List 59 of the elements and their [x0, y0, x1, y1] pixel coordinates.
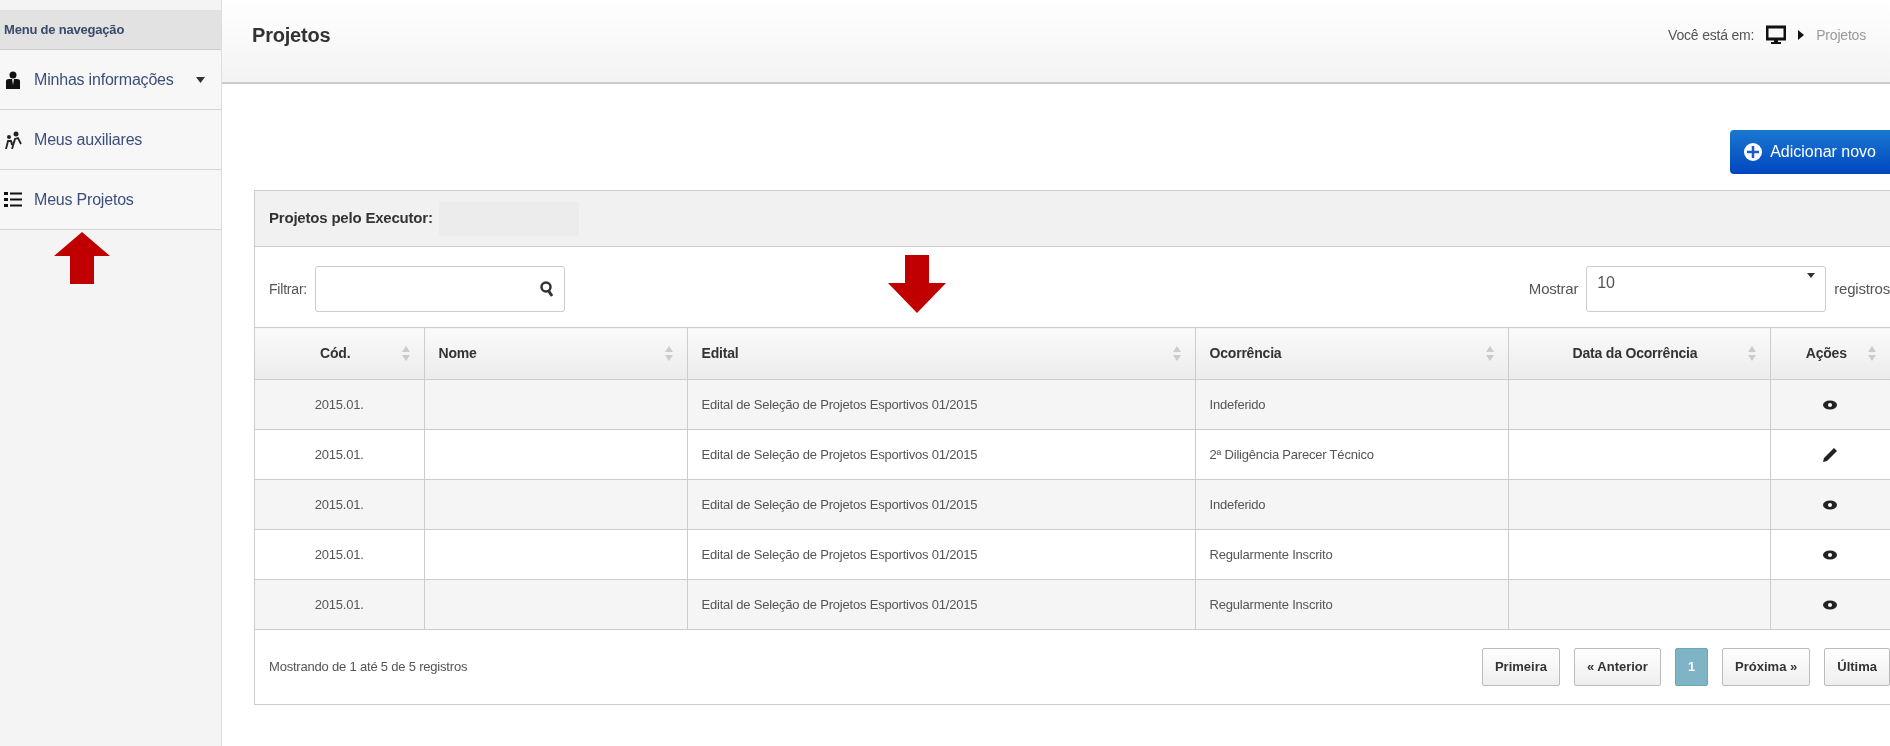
- column-header[interactable]: Data da Ocorrência: [1508, 327, 1770, 380]
- column-header[interactable]: Edital: [687, 327, 1195, 380]
- column-header[interactable]: Ações: [1770, 327, 1890, 380]
- table-cell: 2015.01.: [255, 529, 424, 580]
- page-size-select[interactable]: 10: [1586, 266, 1827, 312]
- search-icon: [540, 281, 555, 297]
- caret-icon: [1798, 30, 1805, 40]
- table-cell: Edital de Seleção de Projetos Esportivos 01/2015: [687, 379, 1195, 430]
- pencil-icon[interactable]: [1823, 448, 1838, 463]
- panel-title: Projetos pelo Executor:: [269, 208, 433, 229]
- table-cell: Indeferido: [1195, 379, 1508, 430]
- sort-icon: [664, 346, 673, 361]
- table-cell: 2015.01.: [255, 479, 424, 530]
- sort-icon: [1172, 346, 1181, 361]
- caret-icon: [1807, 271, 1816, 279]
- monitor-icon[interactable]: [1766, 25, 1787, 45]
- plus-icon: [1744, 143, 1763, 161]
- filter-field[interactable]: [315, 266, 566, 312]
- view-icon[interactable]: [1823, 600, 1838, 611]
- caret-icon: [195, 76, 205, 83]
- page-title: Projetos: [252, 23, 331, 48]
- records-label: registros: [1834, 278, 1890, 299]
- sort-icon: [1747, 346, 1756, 361]
- column-header[interactable]: Ocorrência: [1195, 327, 1508, 380]
- sort-icon: [1868, 346, 1876, 361]
- table-cell: 2015.01.: [255, 579, 424, 630]
- table-cell: 2015.01.: [255, 429, 424, 480]
- column-header[interactable]: Cód.: [255, 327, 424, 380]
- table-cell: Regularmente Inscrito: [1195, 579, 1508, 630]
- table-cell: Edital de Seleção de Projetos Esportivos 01/2015: [687, 429, 1195, 480]
- annotation-arrow: [887, 255, 946, 313]
- pagination-button[interactable]: « Anterior: [1573, 648, 1661, 686]
- breadcrumb-label: Você está em:: [1668, 25, 1755, 45]
- annotation-arrow: [52, 232, 112, 284]
- user-icon: [4, 70, 22, 89]
- pagination-button[interactable]: Próxima »: [1722, 648, 1811, 686]
- filter-label: Filtrar:: [269, 279, 308, 299]
- view-icon[interactable]: [1823, 550, 1838, 561]
- sort-icon: [401, 346, 410, 361]
- pagination-button[interactable]: Última: [1824, 648, 1890, 686]
- table-cell: 2ª Diligência Parecer Técnico: [1195, 429, 1508, 480]
- view-icon[interactable]: [1823, 400, 1838, 411]
- table-cell: Regularmente Inscrito: [1195, 529, 1508, 580]
- list-icon: [4, 190, 22, 209]
- sort-icon: [1485, 346, 1494, 361]
- table-cell: Indeferido: [1195, 479, 1508, 530]
- table-cell: Edital de Seleção de Projetos Esportivos 01/2015: [687, 479, 1195, 530]
- sidebar-title: Menu de navegação: [0, 10, 221, 50]
- column-header[interactable]: Nome: [424, 327, 687, 380]
- table-cell: Edital de Seleção de Projetos Esportivos 01/2015: [687, 529, 1195, 580]
- records-info: Mostrando de 1 até 5 de 5 registros: [269, 658, 468, 676]
- breadcrumb-current: Projetos: [1816, 25, 1866, 45]
- show-label: Mostrar: [1528, 278, 1579, 299]
- pagination-button[interactable]: Primeira: [1481, 648, 1560, 686]
- add-new-button[interactable]: Adicionar novo: [1730, 130, 1890, 174]
- table-cell: Edital de Seleção de Projetos Esportivos 01/2015: [687, 579, 1195, 630]
- table-cell: 2015.01.: [255, 379, 424, 430]
- people-icon: [4, 130, 22, 149]
- view-icon[interactable]: [1823, 500, 1838, 511]
